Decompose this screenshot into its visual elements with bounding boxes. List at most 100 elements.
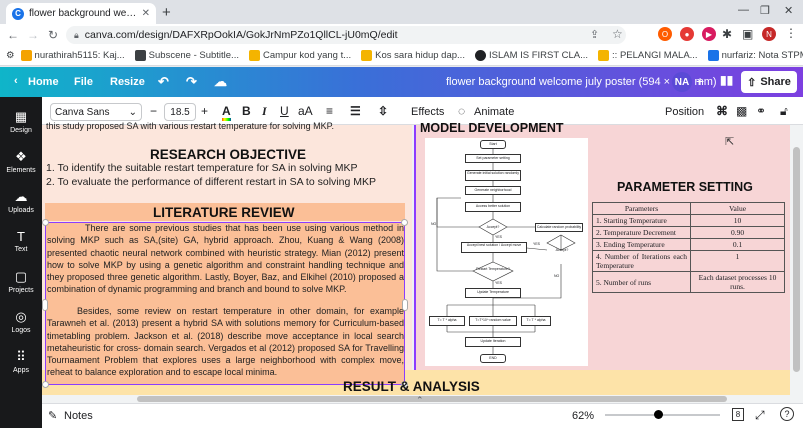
add-collaborator-icon[interactable]: + [696,73,704,89]
minimize-icon[interactable]: — [738,4,749,16]
notes-icon[interactable]: ✎ [48,409,57,422]
sidebar-item-design[interactable]: ▦ Design [0,109,42,134]
research-objective-title[interactable]: RESEARCH OBJECTIVE [150,147,306,162]
italic-button[interactable]: I [262,104,267,119]
help-icon[interactable]: ? [780,407,794,421]
transparency-icon[interactable]: ▩ [736,104,747,118]
sidebar-item-apps[interactable]: ⠿ Apps [0,349,42,374]
resize-handle[interactable] [42,219,49,226]
bookmark-item[interactable]: Kos sara hidup dap... [361,50,465,61]
opera-extension-icon[interactable]: O [658,27,672,41]
objective-1[interactable]: 1. To identify the suitable restart temp… [46,162,357,174]
undo-icon[interactable]: ↶ [158,74,169,90]
sidebar-item-uploads[interactable]: ☁ Uploads [0,189,42,214]
resize-handle[interactable] [42,299,48,311]
bookmark-gear-icon[interactable]: ⚙ [6,50,15,61]
new-tab-icon[interactable]: + [162,4,171,21]
mouse-cursor-icon: ⇱ [725,136,735,148]
bookmark-icon [598,50,610,61]
objective-2[interactable]: 2. To evaluate the performance of differ… [46,176,376,188]
bold-button[interactable]: B [242,104,251,118]
chevron-left-icon[interactable]: ‹ [14,75,18,87]
scrollbar-thumb[interactable] [137,396,727,402]
close-window-icon[interactable]: ✕ [784,4,793,17]
sidebar-item-projects[interactable]: ▢ Projects [0,269,42,294]
forward-icon[interactable]: → [26,28,40,42]
top-cut-text[interactable]: this study proposed SA with various rest… [46,120,406,131]
font-size-decrease-button[interactable]: − [150,104,157,118]
table-row: 5. Number of runs Each dataset processes … [592,271,785,293]
parameter-setting-title[interactable]: PARAMETER SETTING [617,180,753,194]
home-menu[interactable]: Home [28,76,59,88]
text-color-icon[interactable]: A [222,104,231,121]
browser-menu-icon[interactable]: ⋮ [785,26,797,40]
table-cell: 3. Ending Temperature [592,238,691,251]
bookmark-item[interactable]: Campur kod yang t... [248,50,351,61]
sidebar-label: Elements [6,167,36,174]
link-icon[interactable]: ⚭ [756,104,766,118]
flow-no-label: NO [431,222,437,226]
zoom-level[interactable]: 62% [572,410,594,422]
share-button[interactable]: ⇧ Share [741,71,797,93]
zoom-slider-knob[interactable] [654,410,663,419]
bookmark-item[interactable]: :: PELANGI MALA... [598,50,698,61]
bookmark-item[interactable]: nurathirah5115: Kaj... [20,50,125,61]
lock-element-icon[interactable]: 🔓︎ [780,104,788,119]
paint-format-icon[interactable]: ⌘ [716,104,728,118]
reload-icon[interactable]: ↻ [46,28,60,42]
effects-button[interactable]: Effects [411,106,444,118]
extensions-puzzle-icon[interactable]: ✱ [722,27,732,41]
resize-handle[interactable] [42,381,49,388]
table-cell: 1 [690,250,785,272]
browser-tab[interactable]: C flower background welcome july ✕ [6,3,156,24]
underline-button[interactable]: U [280,104,289,118]
spacing-icon[interactable]: ⇳ [378,104,388,118]
letter-case-button[interactable]: aA [298,104,313,118]
animate-button[interactable]: Animate [474,106,514,118]
parameter-table[interactable]: Parameters Value 1. Starting Temperature… [592,202,785,293]
animate-swirl-icon[interactable]: ◌ [458,104,465,118]
profile-avatar-icon[interactable]: N [762,27,776,41]
flowchart-image[interactable]: Start Set parameter setting Generate ini… [425,138,588,366]
resize-handle[interactable] [401,219,408,226]
user-avatar[interactable]: NA [672,72,692,92]
bookmark-item[interactable]: Subscene - Subtitle... [134,50,239,61]
sidebar-item-elements[interactable]: ❖ Elements [0,149,42,174]
bookmark-item[interactable]: ISLAM IS FIRST CLA... [474,50,588,61]
red-extension-icon[interactable]: ● [680,27,694,41]
table-cell: Each dataset processes 10 runs. [690,271,785,293]
resize-menu[interactable]: Resize [110,76,145,88]
model-development-title[interactable]: MODEL DEVELOPMENT [420,121,564,135]
flow-step: Generate initial solution randomly [465,170,521,181]
list-icon[interactable]: ☰ [350,104,361,118]
back-icon[interactable]: ← [6,28,20,42]
resize-handle[interactable] [402,299,408,311]
close-tab-icon[interactable]: ✕ [142,8,150,19]
cloud-saved-icon[interactable]: ☁ [214,74,227,90]
scrollbar-thumb[interactable] [793,147,800,372]
fullscreen-icon[interactable]: ⤢ [755,408,765,423]
position-button[interactable]: Position [665,106,704,118]
file-menu[interactable]: File [74,76,93,88]
sidebar-item-text[interactable]: T Text [0,229,42,253]
insights-chart-icon[interactable]: ▮▮ [720,73,733,87]
canva-favicon-icon: C [12,7,24,20]
vertical-scrollbar[interactable] [790,125,803,395]
sidebar-item-logos[interactable]: ◎ Logos [0,309,42,334]
bookmark-star-icon[interactable]: ☆ [612,27,623,41]
font-size-increase-button[interactable]: + [201,104,208,118]
notes-button[interactable]: Notes [64,410,93,422]
redo-icon[interactable]: ↷ [186,74,197,90]
share-page-icon[interactable]: ⇪ [590,28,599,41]
font-size-input[interactable]: 18.5 [164,103,196,121]
bookmark-item[interactable]: nurfariz: Nota STPM [707,50,803,61]
font-family-select[interactable]: Canva Sans ⌄ [50,103,142,121]
address-bar[interactable]: 🔒︎ canva.com/design/DAFXRpOokIA/GokJrNmP… [66,26,626,44]
align-center-icon[interactable]: ≡ [326,104,333,118]
result-analysis-title[interactable]: RESULT & ANALYSIS [343,379,480,394]
literature-review-title[interactable]: LITERATURE REVIEW [153,205,295,220]
video-extension-icon[interactable]: ▶ [702,27,716,41]
restore-icon[interactable]: ❐ [760,4,770,17]
page-count-button[interactable]: 8 [732,408,744,421]
side-panel-icon[interactable]: ▣ [742,27,753,41]
